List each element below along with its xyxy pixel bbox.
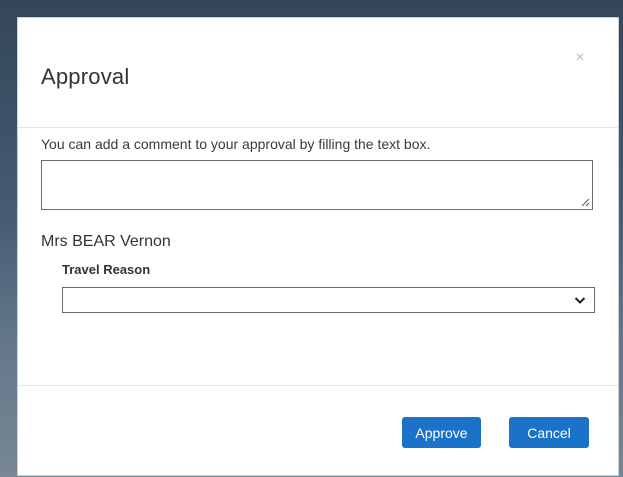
travel-reason-label: Travel Reason	[62, 262, 151, 277]
travel-reason-select[interactable]	[62, 287, 595, 313]
traveller-name: Mrs BEAR Vernon	[41, 233, 171, 250]
approval-dialog: Approval × You can add a comment to your…	[17, 17, 619, 476]
dialog-title: Approval	[41, 64, 130, 89]
approve-button[interactable]: Approve	[402, 417, 481, 448]
close-icon[interactable]: ×	[572, 50, 588, 66]
cancel-button[interactable]: Cancel	[509, 417, 589, 448]
dialog-footer: Approve Cancel	[18, 385, 618, 476]
comment-textarea[interactable]	[41, 160, 593, 210]
comment-instruction: You can add a comment to your approval b…	[41, 136, 431, 152]
dialog-header: Approval ×	[18, 18, 618, 128]
resize-grip-icon[interactable]	[580, 197, 590, 207]
dialog-body: You can add a comment to your approval b…	[18, 128, 618, 385]
chevron-down-icon	[574, 297, 586, 304]
